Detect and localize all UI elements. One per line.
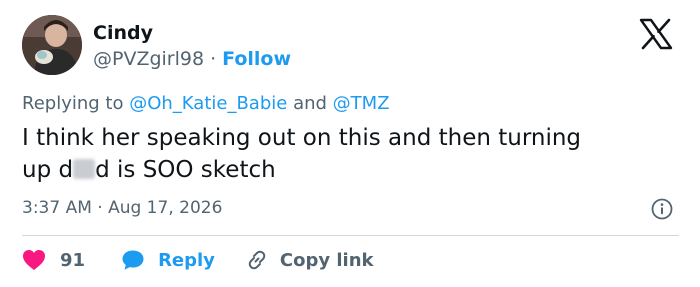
author-handle[interactable]: @PVZgirl98 bbox=[93, 48, 204, 70]
speech-bubble-icon bbox=[122, 250, 144, 270]
link-icon bbox=[248, 250, 266, 270]
tweet-text-line-2-start: up d bbox=[22, 157, 74, 183]
reply-label: Reply bbox=[158, 249, 215, 271]
reply-button[interactable]: Reply bbox=[121, 249, 215, 271]
reply-prefix: Replying to bbox=[22, 93, 124, 114]
tweet-text: I think her speaking out on this and the… bbox=[22, 122, 662, 186]
mention-oh-katie-babie[interactable]: @Oh_Katie_Babie bbox=[129, 93, 287, 114]
author-handle-row: @PVZgirl98 · Follow bbox=[93, 48, 291, 70]
tweet-text-line-2: up d d is SOO sketch bbox=[22, 154, 662, 186]
reply-conjunction: and bbox=[293, 93, 327, 114]
separator-dot: · bbox=[210, 48, 217, 70]
heart-icon bbox=[23, 250, 45, 270]
mention-tmz[interactable]: @TMZ bbox=[333, 93, 390, 114]
author-name[interactable]: Cindy bbox=[93, 22, 153, 44]
avatar-image bbox=[22, 15, 82, 75]
avatar[interactable] bbox=[22, 15, 82, 75]
like-count: 91 bbox=[60, 249, 86, 271]
follow-button[interactable]: Follow bbox=[222, 48, 291, 70]
copy-link-label: Copy link bbox=[279, 249, 374, 271]
censored-blur bbox=[73, 159, 96, 179]
reply-context: Replying to @Oh_Katie_Babie and @TMZ bbox=[22, 93, 390, 114]
tweet-timestamp[interactable]: 3:37 AM · Aug 17, 2026 bbox=[22, 198, 222, 218]
info-icon[interactable] bbox=[651, 198, 673, 220]
copy-link-button[interactable]: Copy link bbox=[245, 248, 374, 272]
like-button[interactable]: 91 bbox=[22, 249, 85, 271]
tweet-text-line-1: I think her speaking out on this and the… bbox=[22, 125, 582, 151]
tweet-card: Cindy @PVZgirl98 · Follow Replying to @Oh_… bbox=[0, 0, 700, 287]
tweet-text-line-2-end: d is SOO sketch bbox=[95, 157, 276, 183]
x-logo-icon[interactable] bbox=[638, 18, 674, 50]
action-bar: 91 Reply Copy link bbox=[22, 247, 374, 273]
divider bbox=[22, 235, 679, 236]
